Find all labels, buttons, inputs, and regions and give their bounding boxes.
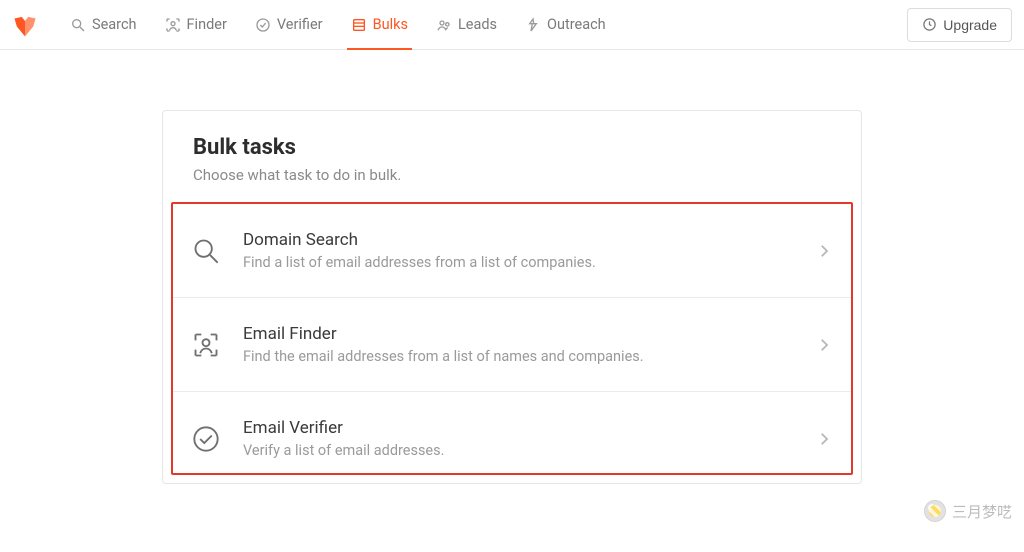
nav-item-finder[interactable]: Finder (151, 0, 241, 49)
task-text: Email Finder Find the email addresses fr… (243, 324, 815, 365)
nav-item-leads[interactable]: Leads (422, 0, 511, 49)
nav-item-outreach[interactable]: Outreach (511, 0, 620, 49)
watermark-text: 三月梦呓 (952, 501, 1012, 522)
task-description: Find the email addresses from a list of … (243, 348, 815, 365)
nav-item-search[interactable]: Search (56, 0, 151, 49)
card-header: Bulk tasks Choose what task to do in bul… (163, 111, 861, 202)
chevron-right-icon (815, 242, 833, 260)
card-title: Bulk tasks (193, 135, 831, 160)
nav-label: Bulks (373, 16, 408, 33)
task-domain-search[interactable]: Domain Search Find a list of email addre… (173, 204, 851, 298)
card-subtitle: Choose what task to do in bulk. (193, 166, 831, 184)
finder-icon (191, 330, 221, 360)
nav-label: Verifier (277, 16, 323, 33)
nav-label: Finder (187, 16, 227, 33)
task-title: Domain Search (243, 230, 815, 250)
task-title: Email Finder (243, 324, 815, 344)
watermark: 三月梦呓 (924, 500, 1012, 522)
task-text: Email Verifier Verify a list of email ad… (243, 418, 815, 459)
outreach-icon (525, 17, 541, 33)
upgrade-button[interactable]: Upgrade (907, 8, 1012, 42)
task-email-finder[interactable]: Email Finder Find the email addresses fr… (173, 298, 851, 392)
verifier-icon (191, 424, 221, 454)
top-nav: Search Finder Verifier Bulks (0, 0, 1024, 50)
chevron-right-icon (815, 430, 833, 448)
task-list-highlight: Domain Search Find a list of email addre… (171, 202, 853, 475)
verifier-icon (255, 17, 271, 33)
nav-item-verifier[interactable]: Verifier (241, 0, 337, 49)
task-email-verifier[interactable]: Email Verifier Verify a list of email ad… (173, 392, 851, 473)
task-title: Email Verifier (243, 418, 815, 438)
leads-icon (436, 17, 452, 33)
search-icon (70, 17, 86, 33)
bulk-tasks-card: Bulk tasks Choose what task to do in bul… (162, 110, 862, 484)
bulks-icon (351, 17, 367, 33)
nav-items: Search Finder Verifier Bulks (56, 0, 620, 49)
nav-label: Leads (458, 16, 497, 33)
task-description: Find a list of email addresses from a li… (243, 254, 815, 271)
nav-item-bulks[interactable]: Bulks (337, 0, 422, 49)
nav-label: Search (92, 16, 137, 33)
task-description: Verify a list of email addresses. (243, 442, 815, 459)
upgrade-label: Upgrade (943, 17, 997, 33)
task-text: Domain Search Find a list of email addre… (243, 230, 815, 271)
upgrade-icon (922, 17, 937, 32)
brand-logo[interactable] (12, 12, 38, 38)
fox-logo-icon (12, 12, 38, 38)
finder-icon (165, 17, 181, 33)
watermark-badge-icon (924, 500, 946, 522)
search-icon (191, 236, 221, 266)
chevron-right-icon (815, 336, 833, 354)
nav-label: Outreach (547, 16, 606, 33)
